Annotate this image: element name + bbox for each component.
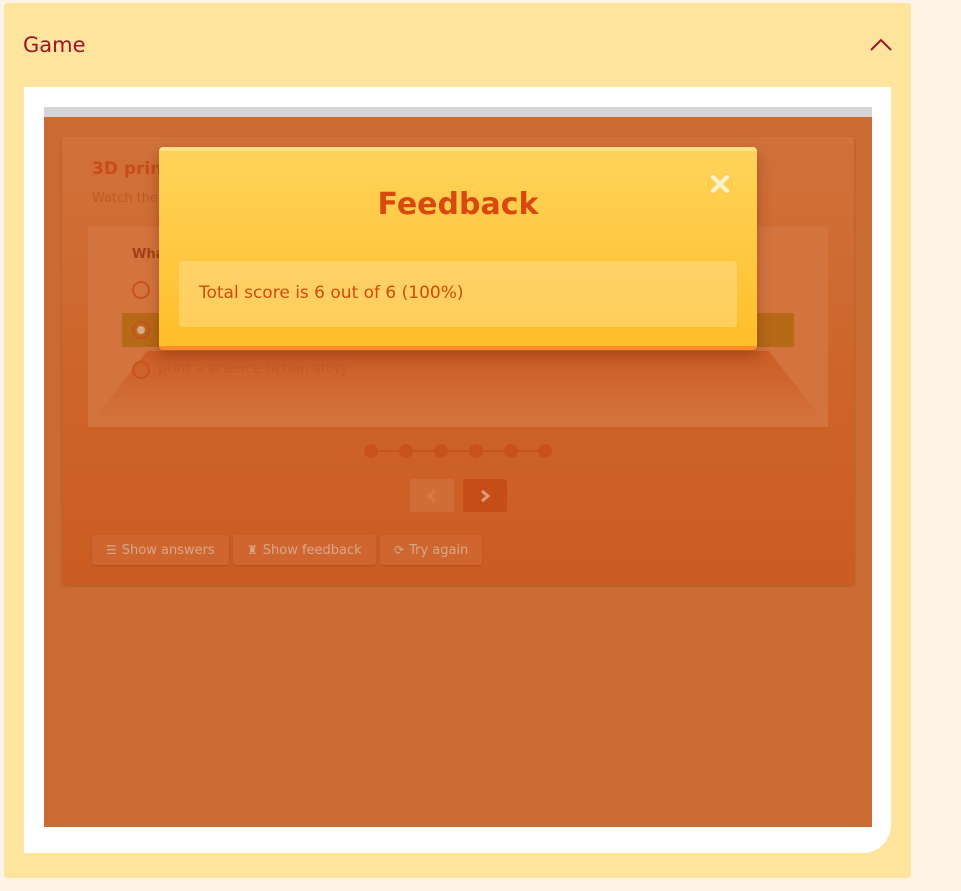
close-icon bbox=[711, 175, 729, 193]
panel-title: Game bbox=[23, 33, 86, 57]
dialog-title: Feedback bbox=[377, 187, 539, 222]
frame-top-bar bbox=[44, 107, 872, 117]
game-frame: 3D prin Watch the Wha print a science fi… bbox=[44, 107, 872, 827]
game-container: 3D prin Watch the Wha print a science fi… bbox=[24, 87, 891, 853]
feedback-dialog: Feedback Total score is 6 out of 6 (100%… bbox=[159, 147, 757, 350]
score-text: Total score is 6 out of 6 (100%) bbox=[199, 283, 464, 303]
dialog-message-box: Total score is 6 out of 6 (100%) bbox=[179, 261, 737, 327]
game-panel: Game 3D prin Watch the Wha print a scien… bbox=[4, 3, 911, 878]
close-button[interactable] bbox=[707, 171, 733, 197]
game-area: 3D prin Watch the Wha print a science fi… bbox=[44, 117, 872, 827]
chevron-up-icon bbox=[870, 38, 892, 51]
collapse-button[interactable] bbox=[862, 27, 900, 63]
